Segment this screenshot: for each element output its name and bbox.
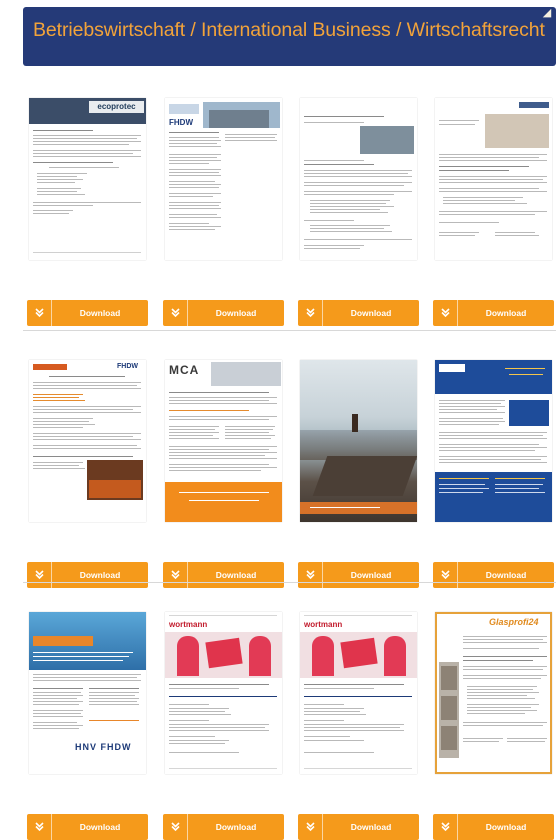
download-icon (163, 300, 188, 326)
company-logo: wortmann (169, 620, 208, 629)
document-card: FHDW Download (163, 98, 284, 326)
download-button[interactable]: Download (163, 300, 284, 326)
document-thumbnail[interactable] (300, 360, 417, 522)
download-button[interactable]: Download (298, 562, 419, 588)
company-logo: ecoprotec (89, 101, 144, 113)
category-title: Betriebswirtschaft / International Busin… (33, 19, 545, 41)
document-thumbnail[interactable]: FHDW (29, 360, 146, 522)
company-logo: Glasprofi24 (489, 617, 539, 627)
document-card: wortmann Download (298, 612, 419, 840)
download-button[interactable]: Download (298, 814, 419, 840)
download-label: Download (485, 822, 527, 832)
document-card: Download (433, 98, 554, 326)
download-button[interactable]: Download (27, 300, 148, 326)
row-divider (23, 330, 556, 331)
document-card: Glasprofi24 Download (433, 612, 554, 840)
document-card: HNV FHDW Download (27, 612, 148, 840)
download-label: Download (215, 570, 257, 580)
company-logo: FHDW (117, 363, 138, 370)
document-thumbnail[interactable] (435, 360, 552, 522)
row-divider (23, 582, 556, 583)
company-logo: MCA (169, 363, 200, 377)
download-icon (433, 814, 458, 840)
company-logo: wortmann (304, 620, 343, 629)
document-thumbnail[interactable]: HNV FHDW (29, 612, 146, 774)
download-icon (163, 814, 188, 840)
download-icon (27, 562, 52, 588)
download-icon (298, 814, 323, 840)
download-label: Download (79, 822, 121, 832)
document-card: ecoprotec Download (27, 98, 148, 326)
document-card: Download (298, 98, 419, 326)
company-logo: FHDW (169, 118, 193, 127)
download-icon (27, 814, 52, 840)
document-thumbnail[interactable] (300, 98, 417, 260)
download-icon (433, 300, 458, 326)
download-label: Download (485, 570, 527, 580)
download-label: Download (350, 822, 392, 832)
download-label: Download (79, 308, 121, 318)
download-button[interactable]: Download (433, 562, 554, 588)
download-button[interactable]: Download (298, 300, 419, 326)
download-button[interactable]: Download (163, 814, 284, 840)
document-card: wortmann Download (163, 612, 284, 840)
company-logo: HNV FHDW (75, 742, 132, 752)
corner-mark-icon: ◢ (542, 7, 552, 19)
document-card: Download (433, 360, 554, 588)
document-thumbnail[interactable] (435, 98, 552, 260)
document-thumbnail[interactable]: FHDW (165, 98, 282, 260)
document-thumbnail[interactable]: wortmann (165, 612, 282, 774)
document-thumbnail[interactable]: Glasprofi24 (435, 612, 552, 774)
document-card: MCA Download (163, 360, 284, 588)
download-label: Download (215, 822, 257, 832)
download-label: Download (485, 308, 527, 318)
download-label: Download (350, 308, 392, 318)
document-thumbnail[interactable]: wortmann (300, 612, 417, 774)
download-icon (433, 562, 458, 588)
download-button[interactable]: Download (27, 562, 148, 588)
download-label: Download (215, 308, 257, 318)
download-icon (163, 562, 188, 588)
document-card: FHDW Download (27, 360, 148, 588)
document-thumbnail[interactable]: ecoprotec (29, 98, 146, 260)
document-card: Download (298, 360, 419, 588)
download-button[interactable]: Download (433, 814, 554, 840)
download-label: Download (350, 570, 392, 580)
download-button[interactable]: Download (163, 562, 284, 588)
download-button[interactable]: Download (433, 300, 554, 326)
document-thumbnail[interactable]: MCA (165, 360, 282, 522)
download-icon (298, 300, 323, 326)
download-label: Download (79, 570, 121, 580)
download-icon (27, 300, 52, 326)
download-icon (298, 562, 323, 588)
category-banner: Betriebswirtschaft / International Busin… (23, 7, 556, 66)
download-button[interactable]: Download (27, 814, 148, 840)
